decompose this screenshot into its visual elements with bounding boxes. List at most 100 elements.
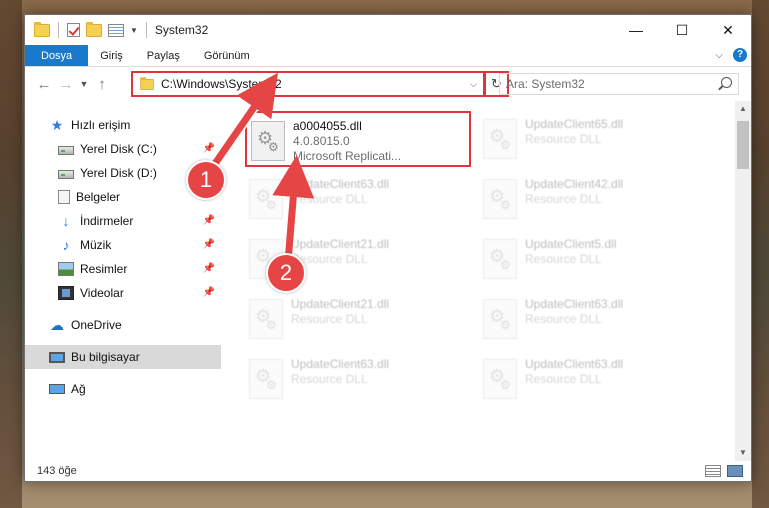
dll-file-icon: [483, 299, 517, 339]
view-properties-icon[interactable]: [108, 23, 124, 37]
dll-file-icon: [483, 179, 517, 219]
network-icon: [49, 384, 65, 394]
vertical-scrollbar[interactable]: ▲ ▼: [735, 101, 751, 461]
view-switcher: [705, 465, 743, 477]
window-title: System32: [154, 23, 209, 37]
videos-icon: [58, 286, 74, 300]
file-description: Resource DLL: [525, 252, 602, 266]
tab-home[interactable]: Giriş: [88, 45, 135, 66]
sidebar-item-label: Resimler: [80, 262, 128, 276]
scroll-up-icon[interactable]: ▲: [735, 101, 751, 117]
file-tile[interactable]: UpdateClient5.dllResource DLL: [459, 231, 685, 289]
dll-file-icon: [249, 179, 283, 219]
file-name: UpdateClient5.dll: [525, 237, 617, 251]
file-name: a0004055.dll: [293, 119, 362, 133]
star-icon: ★: [50, 117, 64, 133]
customize-toolbar-dropdown-icon[interactable]: ▼: [130, 26, 138, 35]
sidebar-item-quick-access[interactable]: ★ Hızlı erişim: [25, 113, 221, 137]
details-view-icon[interactable]: [705, 465, 721, 477]
sidebar-item-pictures[interactable]: Resimler 📌: [25, 257, 221, 281]
sidebar-item-label: Belgeler: [76, 190, 121, 204]
file-tile[interactable]: UpdateClient65.dllResource DLL: [459, 111, 685, 169]
file-description: Resource DLL: [291, 372, 368, 386]
search-icon[interactable]: [721, 77, 732, 88]
address-path[interactable]: C:\Windows\System32: [161, 77, 282, 91]
file-tile-highlighted[interactable]: a0004055.dll 4.0.8015.0 Microsoft Replic…: [245, 111, 471, 167]
pin-icon[interactable]: 📌: [203, 263, 215, 274]
file-tile[interactable]: UpdateClient63.dllResource DLL: [459, 291, 685, 349]
sidebar-item-this-pc[interactable]: Bu bilgisayar: [25, 345, 221, 369]
dll-file-icon: [249, 359, 283, 399]
file-tile[interactable]: UpdateClient63.dllResource DLL: [459, 351, 685, 409]
sidebar-item-downloads[interactable]: ↓ İndirmeler 📌: [25, 209, 221, 233]
cloud-icon: ☁: [50, 317, 64, 333]
dll-file-icon: [483, 239, 517, 279]
file-name: UpdateClient42.dll: [525, 177, 624, 191]
properties-check-icon[interactable]: [67, 23, 80, 37]
large-icons-view-icon[interactable]: [727, 465, 743, 477]
file-tile[interactable]: UpdateClient21.dllResource DLL: [225, 231, 451, 289]
forward-arrow-icon[interactable]: →: [55, 76, 77, 93]
file-name: UpdateClient21.dll: [291, 237, 390, 251]
file-description: Resource DLL: [291, 312, 368, 326]
new-folder-icon[interactable]: [86, 21, 102, 37]
recent-locations-chevron-icon[interactable]: ▼: [77, 79, 91, 89]
ribbon-tabs: Dosya Giriş Paylaş Görünüm ⌵ ?: [25, 45, 751, 67]
search-placeholder: Ara: System32: [506, 77, 585, 91]
address-dropdown-icon[interactable]: ⌵: [470, 79, 477, 90]
item-count: 143 öğe: [37, 465, 77, 477]
sidebar-item-label: Müzik: [80, 238, 112, 252]
file-description: Resource DLL: [525, 132, 602, 146]
file-name: UpdateClient63.dll: [525, 357, 624, 371]
address-bar[interactable]: C:\Windows\System32 ⌵: [131, 71, 485, 97]
window-controls: — ☐ ✕: [613, 15, 751, 45]
pin-icon[interactable]: 📌: [203, 287, 215, 298]
minimize-button[interactable]: —: [613, 15, 659, 45]
downloads-icon: ↓: [62, 213, 70, 229]
file-tile[interactable]: UpdateClient21.dllResource DLL: [225, 291, 451, 349]
sidebar-item-videos[interactable]: Videolar 📌: [25, 281, 221, 305]
close-button[interactable]: ✕: [705, 15, 751, 45]
drive-icon: [58, 170, 74, 179]
pictures-icon: [58, 262, 74, 276]
pin-icon[interactable]: 📌: [203, 239, 215, 250]
quick-access-toolbar: ▼: [25, 21, 149, 38]
sidebar-item-label: İndirmeler: [80, 214, 134, 228]
dll-file-icon: [249, 299, 283, 339]
sidebar-item-label: Ağ: [71, 382, 86, 396]
folder-icon: [34, 21, 50, 37]
sidebar-item-local-disk-c[interactable]: Yerel Disk (C:) 📌: [25, 137, 221, 161]
tab-view[interactable]: Görünüm: [192, 45, 262, 66]
file-description: Resource DLL: [291, 252, 368, 266]
sidebar-item-label: OneDrive: [71, 318, 122, 332]
dll-file-icon: [483, 359, 517, 399]
pin-icon[interactable]: 📌: [203, 143, 215, 154]
sidebar-item-music[interactable]: ♪ Müzik 📌: [25, 233, 221, 257]
up-arrow-icon[interactable]: ↑: [91, 76, 113, 93]
back-arrow-icon[interactable]: ←: [33, 76, 55, 93]
tab-file[interactable]: Dosya: [25, 45, 89, 66]
navigation-pane: ★ Hızlı erişim Yerel Disk (C:) 📌 Yerel D…: [25, 101, 221, 461]
sidebar-item-network[interactable]: Ağ: [25, 377, 221, 401]
file-tile[interactable]: UpdateClient42.dllResource DLL: [459, 171, 685, 229]
scroll-thumb[interactable]: [737, 121, 749, 169]
expand-ribbon-icon[interactable]: ⌵: [715, 50, 723, 61]
status-bar: 143 öğe: [25, 461, 751, 481]
file-tile[interactable]: UpdateClient63.dllResource DLL: [225, 351, 451, 409]
tab-share[interactable]: Paylaş: [135, 45, 192, 66]
maximize-button[interactable]: ☐: [659, 15, 705, 45]
help-icon[interactable]: ?: [733, 48, 747, 62]
search-input[interactable]: Ara: System32: [499, 73, 739, 95]
pin-icon[interactable]: 📌: [203, 215, 215, 226]
file-description: Resource DLL: [525, 312, 602, 326]
background-tree: [752, 0, 769, 508]
documents-icon: [58, 190, 70, 204]
explorer-window: ▼ System32 — ☐ ✕ Dosya Giriş Paylaş Görü…: [24, 14, 752, 482]
folder-icon: [140, 76, 154, 90]
scroll-down-icon[interactable]: ▼: [735, 445, 751, 461]
computer-icon: [49, 351, 65, 363]
file-name: UpdateClient63.dll: [291, 357, 390, 371]
sidebar-item-onedrive[interactable]: ☁ OneDrive: [25, 313, 221, 337]
file-tile[interactable]: UpdateClient63.dllResource DLL: [225, 171, 451, 229]
file-description: Resource DLL: [291, 192, 368, 206]
